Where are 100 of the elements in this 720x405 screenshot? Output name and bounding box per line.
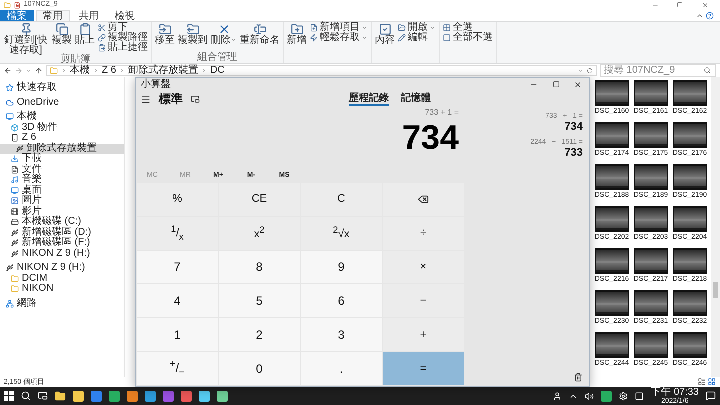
scrollbar[interactable]	[711, 77, 720, 377]
digit-key[interactable]: 0	[219, 352, 300, 385]
ribbon-button[interactable]: 新增	[287, 23, 307, 46]
operator-key[interactable]: −	[383, 284, 464, 318]
ribbon-button[interactable]: 剪下	[98, 23, 148, 33]
equals-key[interactable]: =	[383, 352, 464, 385]
menu-icon[interactable]	[141, 94, 151, 104]
app-icon[interactable]	[91, 390, 102, 402]
ribbon-button[interactable]: 開啟	[398, 23, 436, 33]
ribbon-button[interactable]: 複製到	[178, 23, 208, 46]
up-icon[interactable]	[35, 66, 43, 74]
app-icon[interactable]	[73, 390, 84, 402]
task-view-icon[interactable]	[38, 391, 48, 401]
digit-key[interactable]: 2	[219, 318, 300, 352]
ribbon-button[interactable]: 全部不選	[443, 33, 493, 43]
app-icon[interactable]	[109, 390, 120, 402]
ribbon-button[interactable]: 輕鬆存取	[310, 33, 368, 43]
operator-key[interactable]: ×	[383, 250, 464, 284]
digit-key[interactable]: 6	[301, 284, 382, 318]
digit-key[interactable]: 9	[301, 250, 382, 284]
app-icon[interactable]	[217, 390, 228, 402]
nav-item[interactable]: Z 6	[0, 133, 124, 144]
ribbon-button[interactable]: 內容	[375, 23, 395, 46]
nav-item[interactable]: 快速存取	[0, 83, 124, 94]
ribbon-tab[interactable]: 共用	[72, 10, 106, 21]
operator-key[interactable]: +	[383, 318, 464, 352]
nav-item[interactable]: 音樂	[0, 175, 124, 186]
nav-item[interactable]: NIKON Z 9 (H:)	[0, 263, 124, 274]
nav-item[interactable]: 影片	[0, 206, 124, 217]
function-key[interactable]: C	[301, 183, 382, 216]
ribbon-tab[interactable]: 檔案	[0, 10, 34, 21]
ribbon-button[interactable]: 編輯	[398, 33, 436, 43]
search-icon[interactable]	[21, 391, 31, 401]
back-icon[interactable]	[4, 66, 12, 74]
digit-key[interactable]: 1	[137, 318, 218, 352]
help-icon[interactable]	[706, 12, 714, 20]
breadcrumb[interactable]: Z 6	[102, 66, 116, 76]
user-icon[interactable]	[553, 392, 562, 400]
operator-key[interactable]: ÷	[383, 216, 464, 250]
function-key[interactable]: x$^{2}$	[219, 216, 300, 250]
panel-tab[interactable]: 記憶體	[401, 93, 431, 106]
keep-on-top-icon[interactable]	[191, 95, 200, 104]
details-view-icon[interactable]	[698, 378, 706, 386]
speaker-icon[interactable]	[585, 392, 594, 400]
nav-item[interactable]: 桌面	[0, 186, 124, 196]
breadcrumb[interactable]: 本機	[70, 66, 90, 76]
nav-item[interactable]: 本機磁碟 (C:)	[0, 217, 124, 228]
digit-key[interactable]: $^{+}$/$_{−}$	[137, 352, 218, 385]
panel-tab[interactable]: 歷程記錄	[349, 93, 389, 106]
scroll-thumb[interactable]	[713, 282, 718, 298]
ribbon-button[interactable]: 刪除	[211, 23, 237, 46]
digit-key[interactable]: 8	[219, 250, 300, 284]
nav-item[interactable]: 本機	[0, 112, 124, 122]
trash-icon[interactable]	[574, 373, 583, 382]
ribbon-button[interactable]: 全選	[443, 23, 493, 33]
nav-item[interactable]: 3D 物件	[0, 122, 124, 133]
nav-item[interactable]: 新增磁碟區 (D:)	[0, 228, 124, 238]
refresh-icon[interactable]	[587, 68, 593, 74]
breadcrumb[interactable]: 卸除式存放裝置	[128, 66, 198, 76]
function-key[interactable]: $^{1}$/$_{x}$	[137, 216, 218, 250]
nav-item[interactable]: 新增磁碟區 (F:)	[0, 238, 124, 248]
address-field[interactable]: 本機 Z 6 卸除式存放裝置 DC	[46, 65, 597, 76]
ribbon-tab[interactable]: 常用	[36, 10, 70, 21]
start-icon[interactable]	[4, 391, 14, 401]
nav-item[interactable]: NIKON Z 9 (H:)	[0, 248, 124, 259]
search-field[interactable]: 搜尋 107NCZ_9	[600, 64, 716, 77]
folder-icon[interactable]	[55, 390, 66, 402]
ribbon-button[interactable]: 貼上	[75, 23, 95, 46]
ribbon-tab[interactable]: 檢視	[108, 10, 142, 21]
nav-item[interactable]: 下載	[0, 154, 124, 164]
ribbon-button[interactable]: 重新命名	[240, 23, 280, 46]
app-icon[interactable]	[145, 390, 156, 402]
digit-key[interactable]: 4	[137, 284, 218, 318]
app-icon[interactable]	[127, 390, 138, 402]
tray-app-icon[interactable]	[601, 390, 612, 402]
function-key[interactable]: $^{2}$√x	[301, 216, 382, 250]
notification-icon[interactable]	[706, 391, 716, 401]
app-icon[interactable]	[181, 390, 192, 402]
ribbon-button[interactable]: 釘選到[快速存取]	[3, 23, 49, 56]
digit-key[interactable]: .	[301, 352, 382, 385]
ribbon-button[interactable]: 貼上捷徑	[98, 43, 148, 53]
settings-icon[interactable]	[619, 392, 628, 400]
nav-item[interactable]: 卸除式存放裝置	[0, 144, 124, 154]
thumbnails-view-icon[interactable]	[708, 378, 716, 386]
app-icon[interactable]	[199, 390, 210, 402]
nav-item[interactable]: 圖片	[0, 196, 124, 206]
nav-item[interactable]: OneDrive	[0, 98, 124, 108]
ribbon-button[interactable]: 複製路徑	[98, 33, 148, 43]
digit-key[interactable]: 3	[301, 318, 382, 352]
digit-key[interactable]: 7	[137, 250, 218, 284]
function-key[interactable]: CE	[219, 183, 300, 216]
nav-item[interactable]: NIKON	[0, 284, 124, 294]
tray-app-icon[interactable]	[635, 392, 644, 400]
ribbon-button[interactable]: 複製	[52, 23, 72, 46]
nav-item[interactable]: 網路	[0, 298, 124, 309]
nav-item[interactable]: 文件	[0, 164, 124, 175]
ribbon-button[interactable]: 移至	[155, 23, 175, 46]
ribbon-button[interactable]: 新增項目	[310, 23, 368, 33]
function-key[interactable]: %	[137, 183, 218, 216]
nav-item[interactable]: DCIM	[0, 274, 124, 284]
